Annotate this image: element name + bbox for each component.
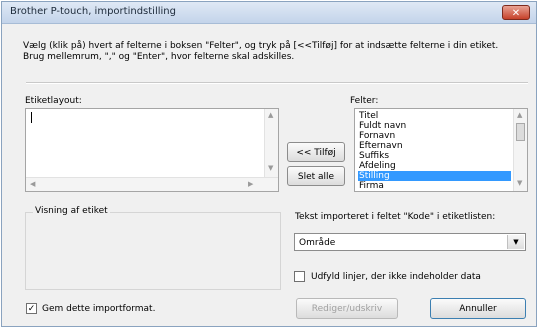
fill-lines-checkbox[interactable] [294,271,305,282]
chevron-down-icon[interactable]: ▼ [507,235,524,249]
divider [26,82,528,84]
edit-print-button[interactable]: Rediger/udskriv [296,298,398,319]
layout-vertical-scrollbar[interactable]: ▲ ▼ [264,109,278,179]
add-field-button[interactable]: << Tilføj [287,142,345,162]
field-item[interactable]: Firma [358,181,511,191]
scroll-right-icon[interactable]: ▶ [248,180,253,188]
save-format-label: Gem dette importformat. [42,304,156,314]
scroll-up-icon[interactable]: ▲ [517,111,522,119]
instruction-line-1: Vælg (klik på) hvert af felterne i bokse… [23,41,499,51]
fields-label: Felter: [350,96,379,106]
text-cursor [31,112,32,123]
field-item[interactable]: Afdeling [358,161,511,171]
title-bar[interactable]: Brother P-touch, importindstilling ✕ [2,2,536,24]
code-dropdown-value: Område [299,238,336,248]
check-icon: ✓ [27,304,36,314]
field-item[interactable]: Suffiks [358,151,511,161]
save-format-checkbox[interactable]: ✓ [26,303,37,314]
field-item[interactable]: Fuldt navn [358,121,511,131]
window-title: Brother P-touch, importindstilling [10,6,176,17]
close-icon: ✕ [511,8,521,19]
label-preview-title: Visning af etiket [33,206,110,216]
field-item[interactable]: Titel [358,111,511,121]
code-dropdown[interactable]: Område ▼ [294,233,526,251]
scroll-up-icon[interactable]: ▲ [268,111,273,119]
code-field-label: Tekst importeret i feltet "Kode" i etike… [295,212,496,222]
scroll-down-icon[interactable]: ▼ [268,164,273,172]
field-item[interactable]: Fornavn [358,131,511,141]
layout-horizontal-scrollbar[interactable]: ◀ ▶ [26,177,278,191]
fields-vertical-scrollbar[interactable]: ▲ ▼ [513,109,527,191]
label-preview-group: Visning af etiket [25,206,281,290]
field-item-selected[interactable]: Stilling [358,171,511,181]
field-item[interactable]: Efternavn [358,141,511,151]
fill-lines-label: Udfyld linjer, der ikke indeholder data [311,272,481,282]
import-settings-window: Brother P-touch, importindstilling ✕ Væl… [1,1,537,327]
close-button[interactable]: ✕ [502,5,530,20]
fields-listbox[interactable]: Titel Fuldt navn Fornavn Efternavn Suffi… [354,108,528,192]
layout-label: Etiketlayout: [25,96,82,106]
scroll-thumb[interactable] [516,123,525,141]
delete-all-button[interactable]: Slet alle [287,166,345,186]
instruction-line-2: Brug mellemrum, "," og "Enter", hvor fel… [23,52,295,62]
cancel-button[interactable]: Annuller [430,298,526,319]
scroll-left-icon[interactable]: ◀ [30,180,35,188]
label-layout-textarea[interactable]: ▲ ▼ ◀ ▶ [25,108,279,192]
scroll-down-icon[interactable]: ▼ [517,179,522,187]
